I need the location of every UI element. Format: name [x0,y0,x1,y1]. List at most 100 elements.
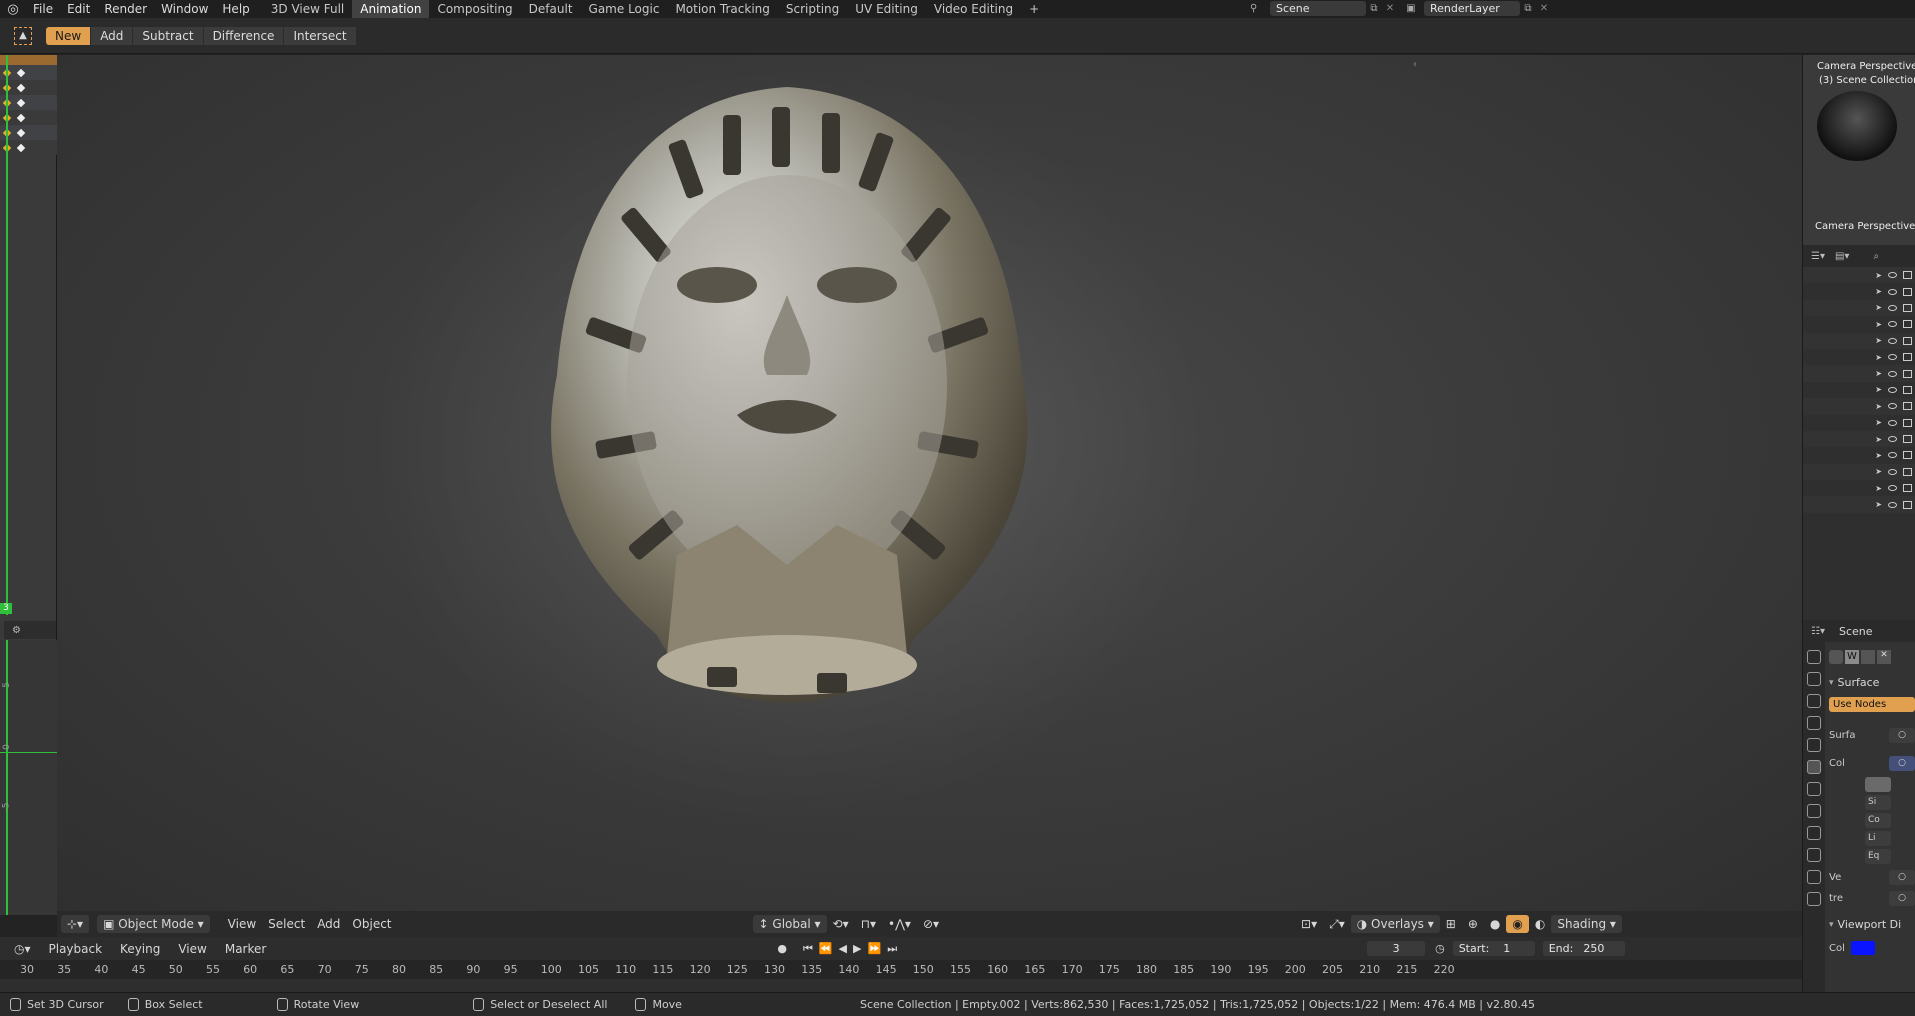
play-reverse-icon[interactable]: ◀ [839,942,847,955]
render-camera-icon[interactable] [1903,500,1912,509]
gizmo-icon[interactable]: ⤢▾ [1323,915,1351,933]
keyframe-diamond[interactable] [16,128,26,137]
link-icon[interactable]: ⊘▾ [917,915,945,933]
keyframe-diamond[interactable] [16,143,26,152]
timeline-body[interactable] [0,979,1802,992]
particles-tab-icon[interactable] [1807,826,1821,840]
keyframe-diamond[interactable] [16,113,26,122]
copy-layer-icon[interactable]: ⧉ [1520,3,1536,14]
keyframe-row[interactable] [0,95,57,110]
viewport-menu-select[interactable]: Select [262,915,311,933]
outliner-search-icon[interactable]: ⌕ [1873,251,1879,262]
xray-icon[interactable]: ⊞ [1440,915,1462,933]
render-camera-icon[interactable] [1903,418,1912,427]
current-frame-field[interactable]: 3 [1367,941,1426,956]
world-unlink-icon[interactable]: ✕ [1877,650,1891,664]
vector-socket[interactable]: ○ [1889,870,1915,885]
visibility-eye-icon[interactable] [1888,304,1897,311]
selectable-arrow-icon[interactable]: ➤ [1875,303,1882,312]
play-icon[interactable]: ▶ [853,942,861,955]
view-layer-tab-icon[interactable] [1807,716,1821,730]
viewport-collapse-icon[interactable]: ‹ [1413,59,1417,70]
scene-tab-icon[interactable] [1807,738,1821,752]
render-camera-icon[interactable] [1903,484,1912,493]
workspace-tab-scripting[interactable]: Scripting [778,0,847,18]
outliner-row[interactable]: ➤ [1803,430,1915,448]
viewport-display-section[interactable]: ▾ Viewport Di [1829,918,1915,931]
record-icon[interactable]: ● [777,942,787,955]
rendered-shading-icon[interactable]: ◐ [1529,915,1551,933]
visibility-eye-icon[interactable] [1888,501,1897,508]
render-camera-icon[interactable] [1903,402,1912,411]
scene-icon[interactable]: ⚲ [1250,3,1270,14]
world-tab-icon[interactable] [1807,760,1821,774]
close-scene-icon[interactable]: ✕ [1382,3,1398,14]
3d-viewport[interactable]: ‹ ‹› [57,55,1802,915]
selectable-arrow-icon[interactable]: ➤ [1875,385,1882,394]
timeline-editor-icon[interactable]: ◷▾ [8,940,37,958]
selectable-arrow-icon[interactable]: ➤ [1875,418,1882,427]
texture-prop-dropdown[interactable]: Co [1865,813,1891,828]
next-keyframe-icon[interactable]: ⏩ [867,942,881,955]
outliner-row[interactable]: ➤ [1803,496,1915,513]
outliner-row[interactable]: ➤ [1803,316,1915,333]
boolean-intersect-button[interactable]: Intersect [284,26,356,45]
workspace-tab-motion-tracking[interactable]: Motion Tracking [667,0,777,18]
boolean-add-button[interactable]: Add [91,26,133,45]
selectable-arrow-icon[interactable]: ➤ [1875,500,1882,509]
jump-start-icon[interactable]: ⏮ [803,942,813,956]
world-selector[interactable]: W ✕ [1829,650,1915,664]
graph-filter-icon[interactable]: ⚙ [12,625,21,636]
render-camera-icon[interactable] [1903,336,1912,345]
selectable-arrow-icon[interactable]: ➤ [1875,435,1882,444]
selectable-arrow-icon[interactable]: ➤ [1875,484,1882,493]
render-tab-icon[interactable] [1807,672,1821,686]
keyframe-row[interactable] [0,140,57,155]
copy-scene-icon[interactable]: ⧉ [1366,3,1382,14]
selectable-arrow-icon[interactable]: ➤ [1875,451,1882,460]
visibility-eye-icon[interactable] [1888,272,1897,279]
viewport-menu-object[interactable]: Object [346,915,397,933]
viewport-menu-view[interactable]: View [222,915,262,933]
snap-icon[interactable]: ⊓▾ [855,915,882,933]
use-nodes-button[interactable]: Use Nodes [1829,697,1915,712]
selectable-arrow-icon[interactable]: ➤ [1875,467,1882,476]
scene-field[interactable]: Scene [1270,1,1366,16]
outliner-display-icon[interactable]: ▤▾ [1835,251,1849,262]
world-browse-icon[interactable] [1861,650,1875,664]
outliner[interactable]: ☰▾ ▤▾ ⌕ ➤ ➤ ➤ ➤ ➤ ➤ ➤ ➤ ➤ ➤ ➤ ➤ ➤ ➤ ➤ [1803,245,1915,620]
visibility-eye-icon[interactable] [1888,288,1897,295]
boolean-difference-button[interactable]: Difference [203,26,284,45]
visibility-eye-icon[interactable] [1888,354,1897,361]
render-camera-icon[interactable] [1903,385,1912,394]
visibility-eye-icon[interactable] [1888,452,1897,459]
keyframe-row[interactable] [0,80,57,95]
texture-prop-dropdown[interactable]: Li [1865,831,1891,846]
render-layer-field[interactable]: RenderLayer [1424,1,1520,16]
menu-file[interactable]: File [26,0,60,18]
editor-type-icon[interactable]: ⊹▾ [61,915,90,933]
render-camera-icon[interactable] [1903,287,1912,296]
selectable-arrow-icon[interactable]: ➤ [1875,369,1882,378]
outliner-type-icon[interactable]: ☰▾ [1811,251,1825,262]
mode-select[interactable]: ▣ Object Mode ▾ [97,915,210,933]
modifier-tab-icon[interactable] [1807,804,1821,818]
boolean-new-button[interactable]: New [46,26,91,45]
visibility-eye-icon[interactable] [1888,468,1897,475]
visibility-eye-icon[interactable] [1888,485,1897,492]
visibility-icon[interactable]: ⊡▾ [1295,915,1323,933]
render-camera-icon[interactable] [1903,271,1912,280]
tree-socket[interactable]: ○ [1889,891,1915,906]
render-camera-icon[interactable] [1903,369,1912,378]
workspace-tab-3d-view-full[interactable]: 3D View Full [263,0,353,18]
end-field[interactable]: End: 250 [1542,941,1625,956]
keyframe-diamond[interactable] [16,83,26,92]
workspace-tab-default[interactable]: Default [521,0,581,18]
visibility-eye-icon[interactable] [1888,321,1897,328]
output-tab-icon[interactable] [1807,694,1821,708]
current-frame-line[interactable] [6,55,8,615]
outliner-row[interactable]: ➤ [1803,283,1915,300]
render-camera-icon[interactable] [1903,435,1912,444]
scene-tab-label[interactable]: Scene [1839,625,1873,638]
image-texture-thumb[interactable] [1865,777,1891,792]
